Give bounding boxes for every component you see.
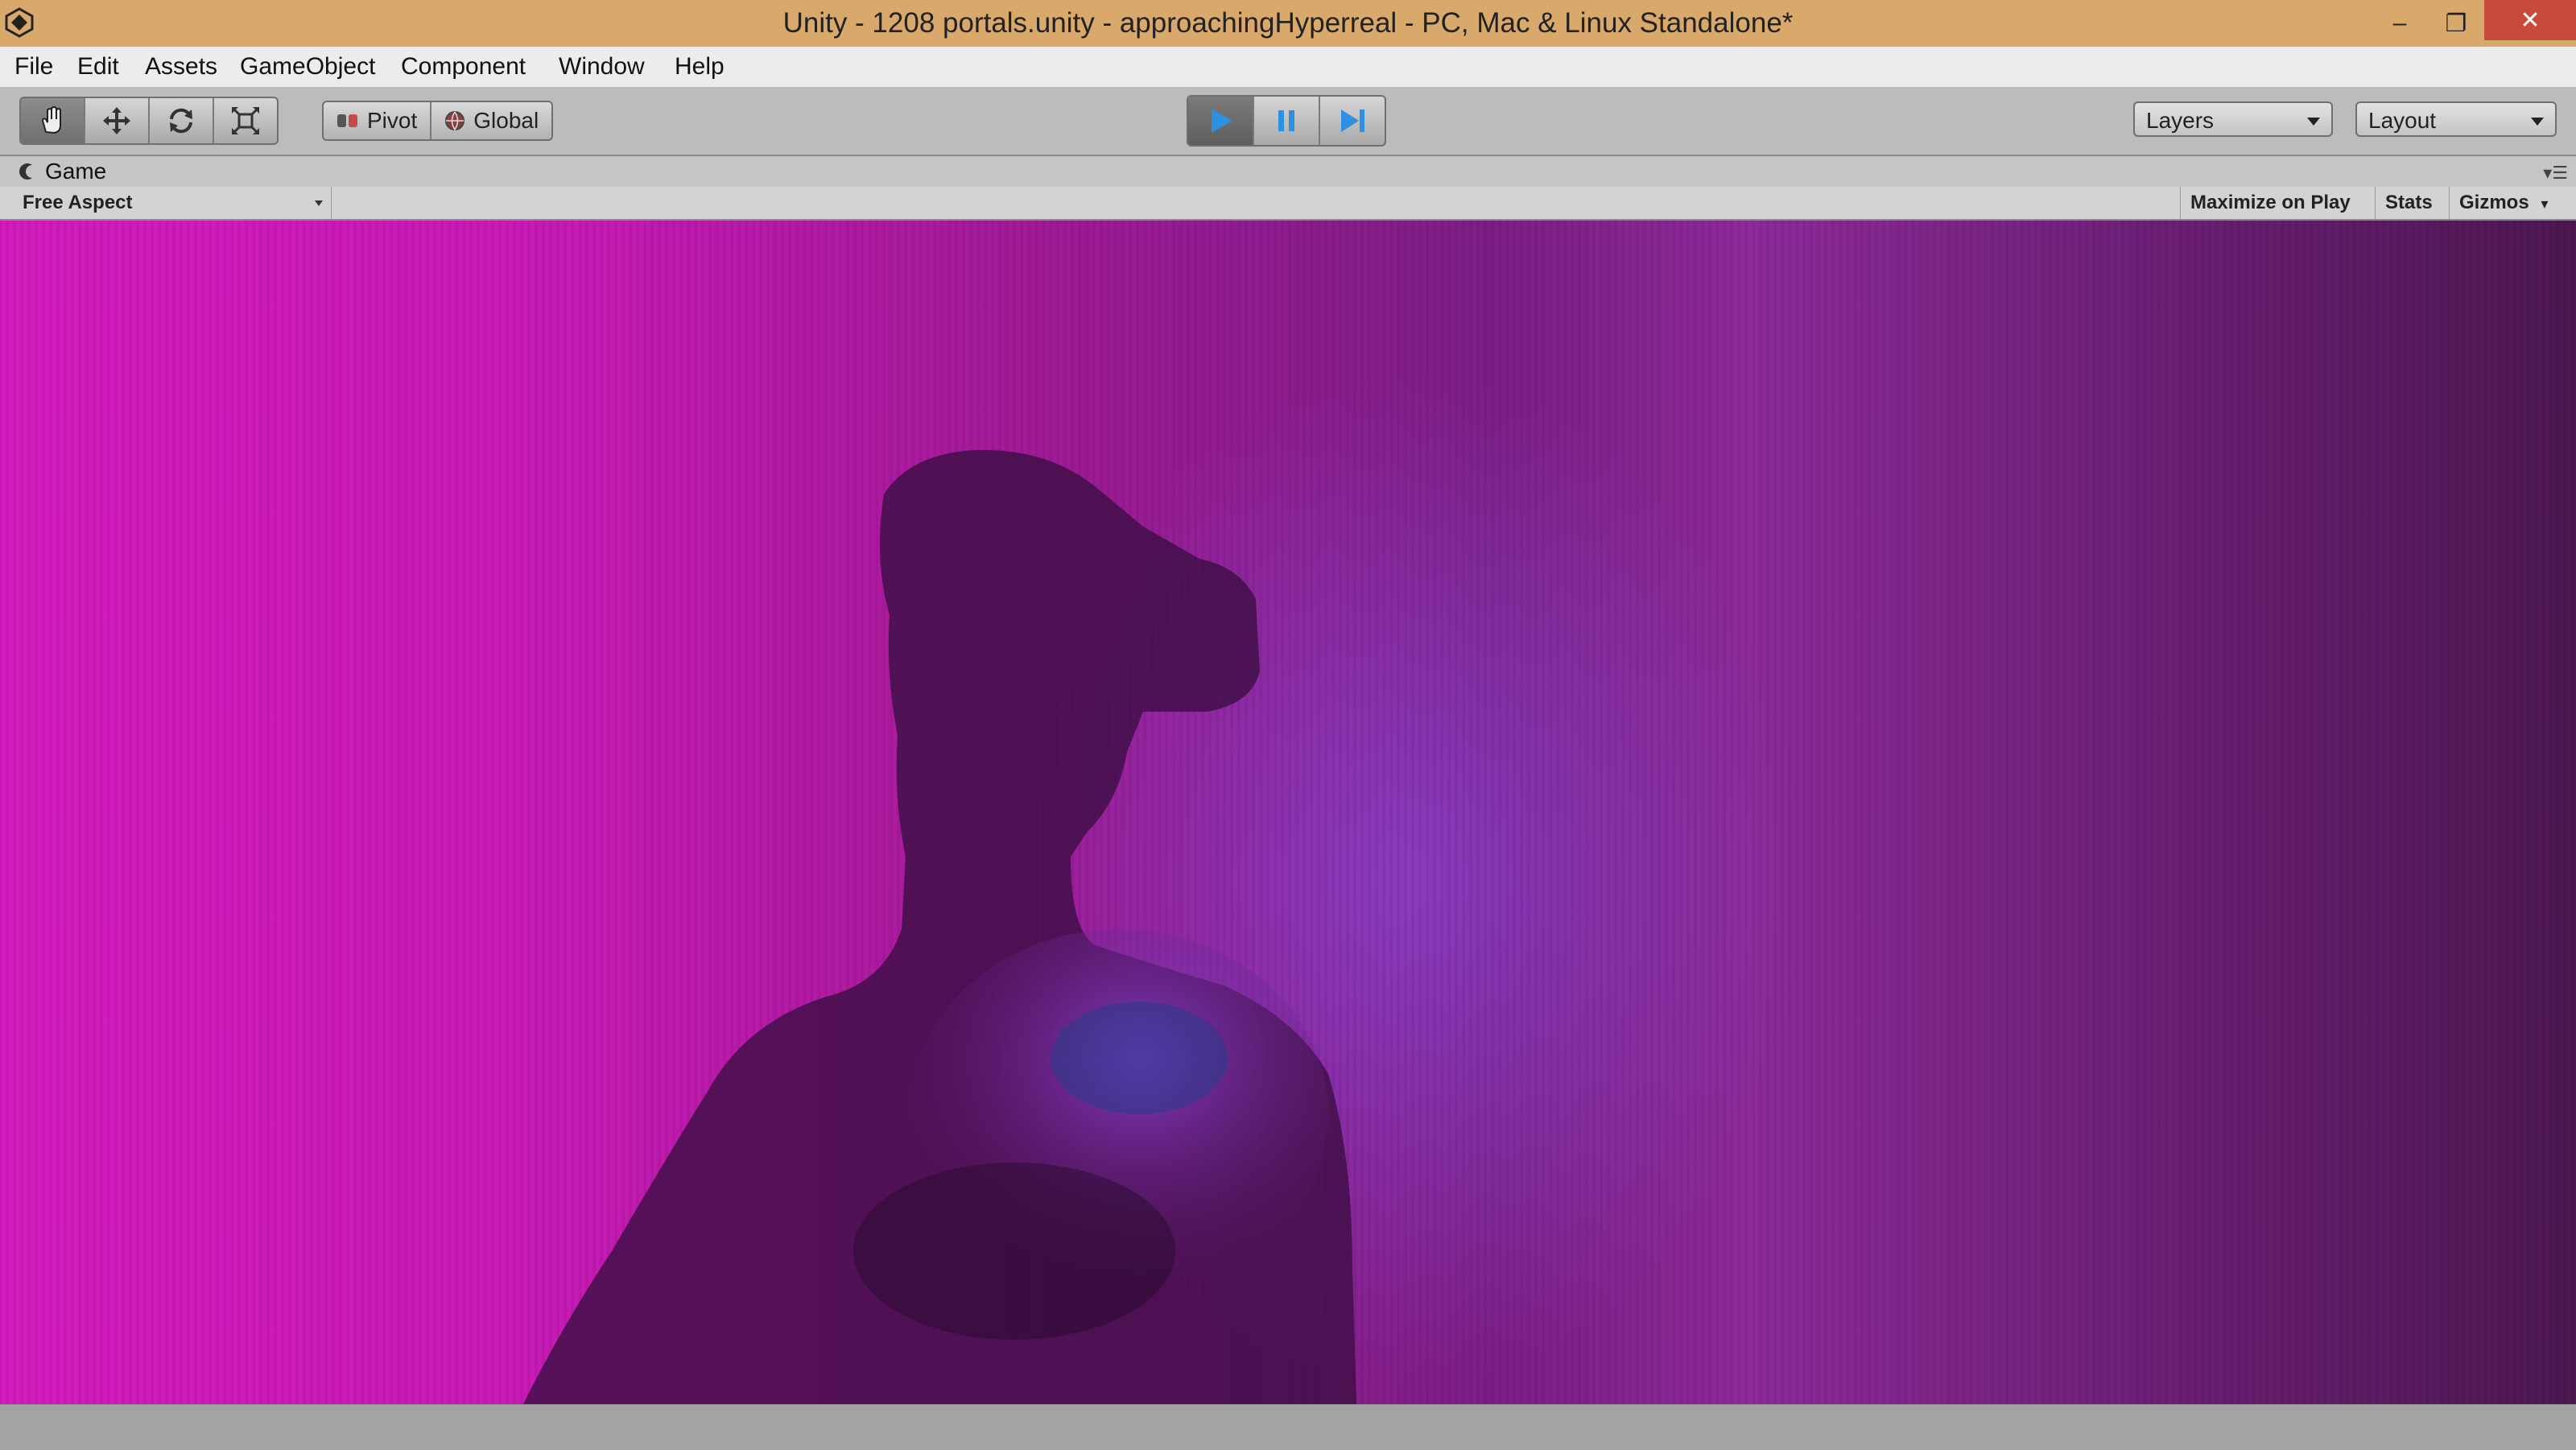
game-view-toolbar: Free Aspect Maximize on Play Stats Gizmo… bbox=[0, 187, 2576, 221]
rotate-icon bbox=[170, 108, 192, 134]
pivot-toggle-group: Pivot Global bbox=[322, 101, 554, 141]
gizmos-dropdown[interactable]: Gizmos ▾ bbox=[2449, 187, 2566, 219]
game-tab-icon bbox=[19, 163, 32, 180]
menu-file[interactable]: File bbox=[14, 47, 53, 87]
game-tab-label: Game bbox=[45, 159, 107, 184]
window-title: Unity - 1208 portals.unity - approaching… bbox=[782, 7, 1794, 39]
pause-button[interactable] bbox=[1254, 97, 1320, 145]
main-toolbar: Pivot Global Layers Layout bbox=[0, 87, 2576, 156]
menu-gameobject[interactable]: GameObject bbox=[240, 47, 375, 87]
scale-tool-button[interactable] bbox=[214, 98, 277, 143]
stats-button[interactable]: Stats bbox=[2375, 187, 2442, 219]
move-tool-button[interactable] bbox=[85, 98, 150, 143]
hand-tool-button[interactable] bbox=[21, 98, 85, 143]
panel-options-icon[interactable]: ▾☰ bbox=[2543, 163, 2568, 184]
vr-figure-silhouette bbox=[523, 449, 1356, 1404]
step-button[interactable] bbox=[1320, 97, 1385, 145]
move-icon bbox=[103, 107, 130, 134]
close-button[interactable]: ✕ bbox=[2484, 0, 2576, 40]
maximize-button[interactable]: ❐ bbox=[2428, 0, 2484, 47]
global-label: Global bbox=[473, 108, 539, 133]
hand-icon bbox=[41, 105, 61, 134]
rotate-tool-button[interactable] bbox=[150, 98, 214, 143]
tab-game[interactable]: Game bbox=[18, 156, 106, 187]
pivot-icon bbox=[337, 114, 357, 127]
gizmos-label: Gizmos bbox=[2459, 192, 2529, 213]
step-icon bbox=[1341, 109, 1364, 132]
playback-controls bbox=[1187, 95, 1386, 147]
chevron-down-icon bbox=[2531, 118, 2544, 126]
aspect-dropdown[interactable]: Free Aspect bbox=[10, 187, 332, 219]
pivot-label: Pivot bbox=[367, 108, 418, 133]
minimize-button[interactable]: – bbox=[2372, 0, 2428, 47]
transform-tools bbox=[19, 97, 279, 145]
chevron-down-icon bbox=[315, 200, 323, 206]
layers-dropdown[interactable]: Layers bbox=[2133, 101, 2333, 137]
title-bar: Unity - 1208 portals.unity - approaching… bbox=[0, 0, 2576, 47]
aspect-label: Free Aspect bbox=[23, 192, 133, 213]
menu-help[interactable]: Help bbox=[675, 47, 724, 87]
menu-component[interactable]: Component bbox=[401, 47, 526, 87]
globe-icon bbox=[445, 111, 465, 131]
chevron-down-icon bbox=[2307, 118, 2320, 126]
menu-edit[interactable]: Edit bbox=[77, 47, 119, 87]
play-button[interactable] bbox=[1188, 97, 1254, 145]
play-icon bbox=[1212, 109, 1232, 133]
menu-window[interactable]: Window bbox=[559, 47, 645, 87]
global-button[interactable]: Global bbox=[431, 102, 551, 139]
pause-icon bbox=[1278, 110, 1294, 131]
scale-icon bbox=[231, 106, 260, 135]
menu-assets[interactable]: Assets bbox=[145, 47, 217, 87]
maximize-on-play-button[interactable]: Maximize on Play bbox=[2180, 187, 2360, 219]
menu-bar: File Edit Assets GameObject Component Wi… bbox=[0, 47, 2576, 88]
layout-label: Layout bbox=[2368, 108, 2437, 133]
layers-label: Layers bbox=[2146, 108, 2215, 133]
pivot-button[interactable]: Pivot bbox=[324, 102, 432, 139]
status-bar bbox=[0, 1404, 2576, 1450]
chevron-down-icon: ▾ bbox=[2541, 196, 2549, 212]
game-panel-header: Game ▾☰ bbox=[0, 156, 2576, 188]
game-viewport[interactable] bbox=[0, 221, 2576, 1404]
layout-dropdown[interactable]: Layout bbox=[2355, 101, 2557, 137]
